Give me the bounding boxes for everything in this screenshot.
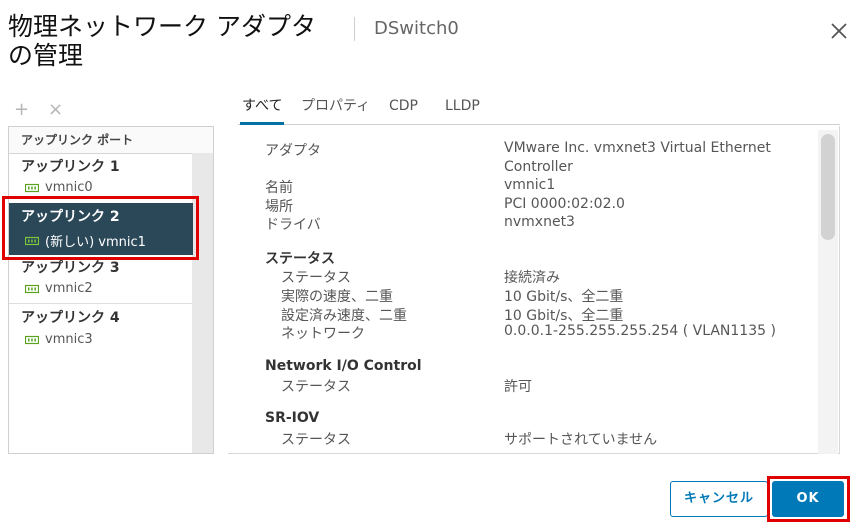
nioc-section-title: Network I/O Control: [265, 358, 422, 374]
configured-speed-label: 設定済み速度、二重: [281, 308, 407, 324]
uplink-list: アップリンク ポート アップリンク 1 vmnic0 アップリンク 2 (新しい…: [8, 126, 214, 454]
network-adapter-icon: [25, 284, 39, 293]
close-button[interactable]: [826, 18, 852, 44]
nioc-status-value: 許可: [504, 379, 532, 395]
uplink-name: アップリンク 1: [21, 159, 120, 175]
sriov-status-value: サポートされていません: [504, 432, 658, 448]
adapter-label: アダプタ: [265, 143, 321, 159]
network-adapter-icon: [25, 335, 39, 344]
uplink-item-4[interactable]: アップリンク 4 vmnic3: [9, 304, 193, 354]
adapter-value-cont: Controller: [504, 159, 573, 175]
highlight-ok-button: [767, 476, 850, 522]
network-label: ネットワーク: [281, 326, 365, 342]
location-value: PCI 0000:02:02.0: [504, 196, 625, 212]
detail-scrollbar-thumb[interactable]: [821, 134, 835, 240]
uplink-name: アップリンク 4: [21, 310, 120, 326]
cancel-button[interactable]: キャンセル: [670, 481, 768, 517]
status-section-title: ステータス: [265, 251, 335, 267]
close-icon[interactable]: [826, 18, 852, 44]
sriov-status-label: ステータス: [281, 432, 351, 448]
nioc-status-label: ステータス: [281, 379, 351, 395]
uplink-item-3[interactable]: アップリンク 3 vmnic2: [9, 255, 193, 303]
adapter-value: VMware Inc. vmxnet3 Virtual Ethernet: [504, 140, 771, 156]
tab-lldp[interactable]: LLDP: [445, 94, 480, 122]
driver-label: ドライバ: [265, 217, 321, 233]
status-value: 接続済み: [504, 270, 560, 286]
switch-name: DSwitch0: [374, 18, 459, 39]
tab-all[interactable]: すべて: [239, 94, 285, 125]
uplink-nic: vmnic0: [25, 180, 93, 195]
nic-label: vmnic0: [45, 180, 93, 195]
driver-value: nvmxnet3: [504, 214, 575, 230]
x-icon[interactable]: ×: [48, 98, 63, 122]
plus-icon[interactable]: +: [14, 98, 29, 122]
network-value: 0.0.0.1-255.255.255.254 ( VLAN1135 ): [504, 323, 776, 339]
network-adapter-icon: [25, 183, 39, 192]
detail-tabs: すべて プロパティ CDP LLDP: [238, 92, 840, 125]
nic-label: vmnic2: [45, 281, 93, 296]
uplink-list-header: アップリンク ポート: [9, 127, 213, 154]
highlight-selected-uplink: [2, 196, 199, 260]
uplink-name: アップリンク 3: [21, 260, 120, 276]
title-separator: [354, 17, 355, 41]
nic-label: vmnic3: [45, 332, 93, 347]
actual-speed-value: 10 Gbit/s、全二重: [504, 289, 624, 305]
sriov-section-title: SR-IOV: [265, 410, 320, 426]
name-label: 名前: [265, 180, 293, 196]
name-value: vmnic1: [504, 177, 556, 193]
tab-properties[interactable]: プロパティ: [301, 94, 370, 122]
actual-speed-label: 実際の速度、二重: [281, 289, 393, 305]
dialog-title: 物理ネットワーク アダプタの管理: [8, 12, 316, 70]
tab-cdp[interactable]: CDP: [389, 94, 418, 122]
uplink-nic: vmnic2: [25, 281, 93, 296]
configured-speed-value: 10 Gbit/s、全二重: [504, 308, 624, 324]
uplink-nic: vmnic3: [25, 332, 93, 347]
location-label: 場所: [265, 199, 293, 215]
status-label: ステータス: [281, 270, 351, 286]
